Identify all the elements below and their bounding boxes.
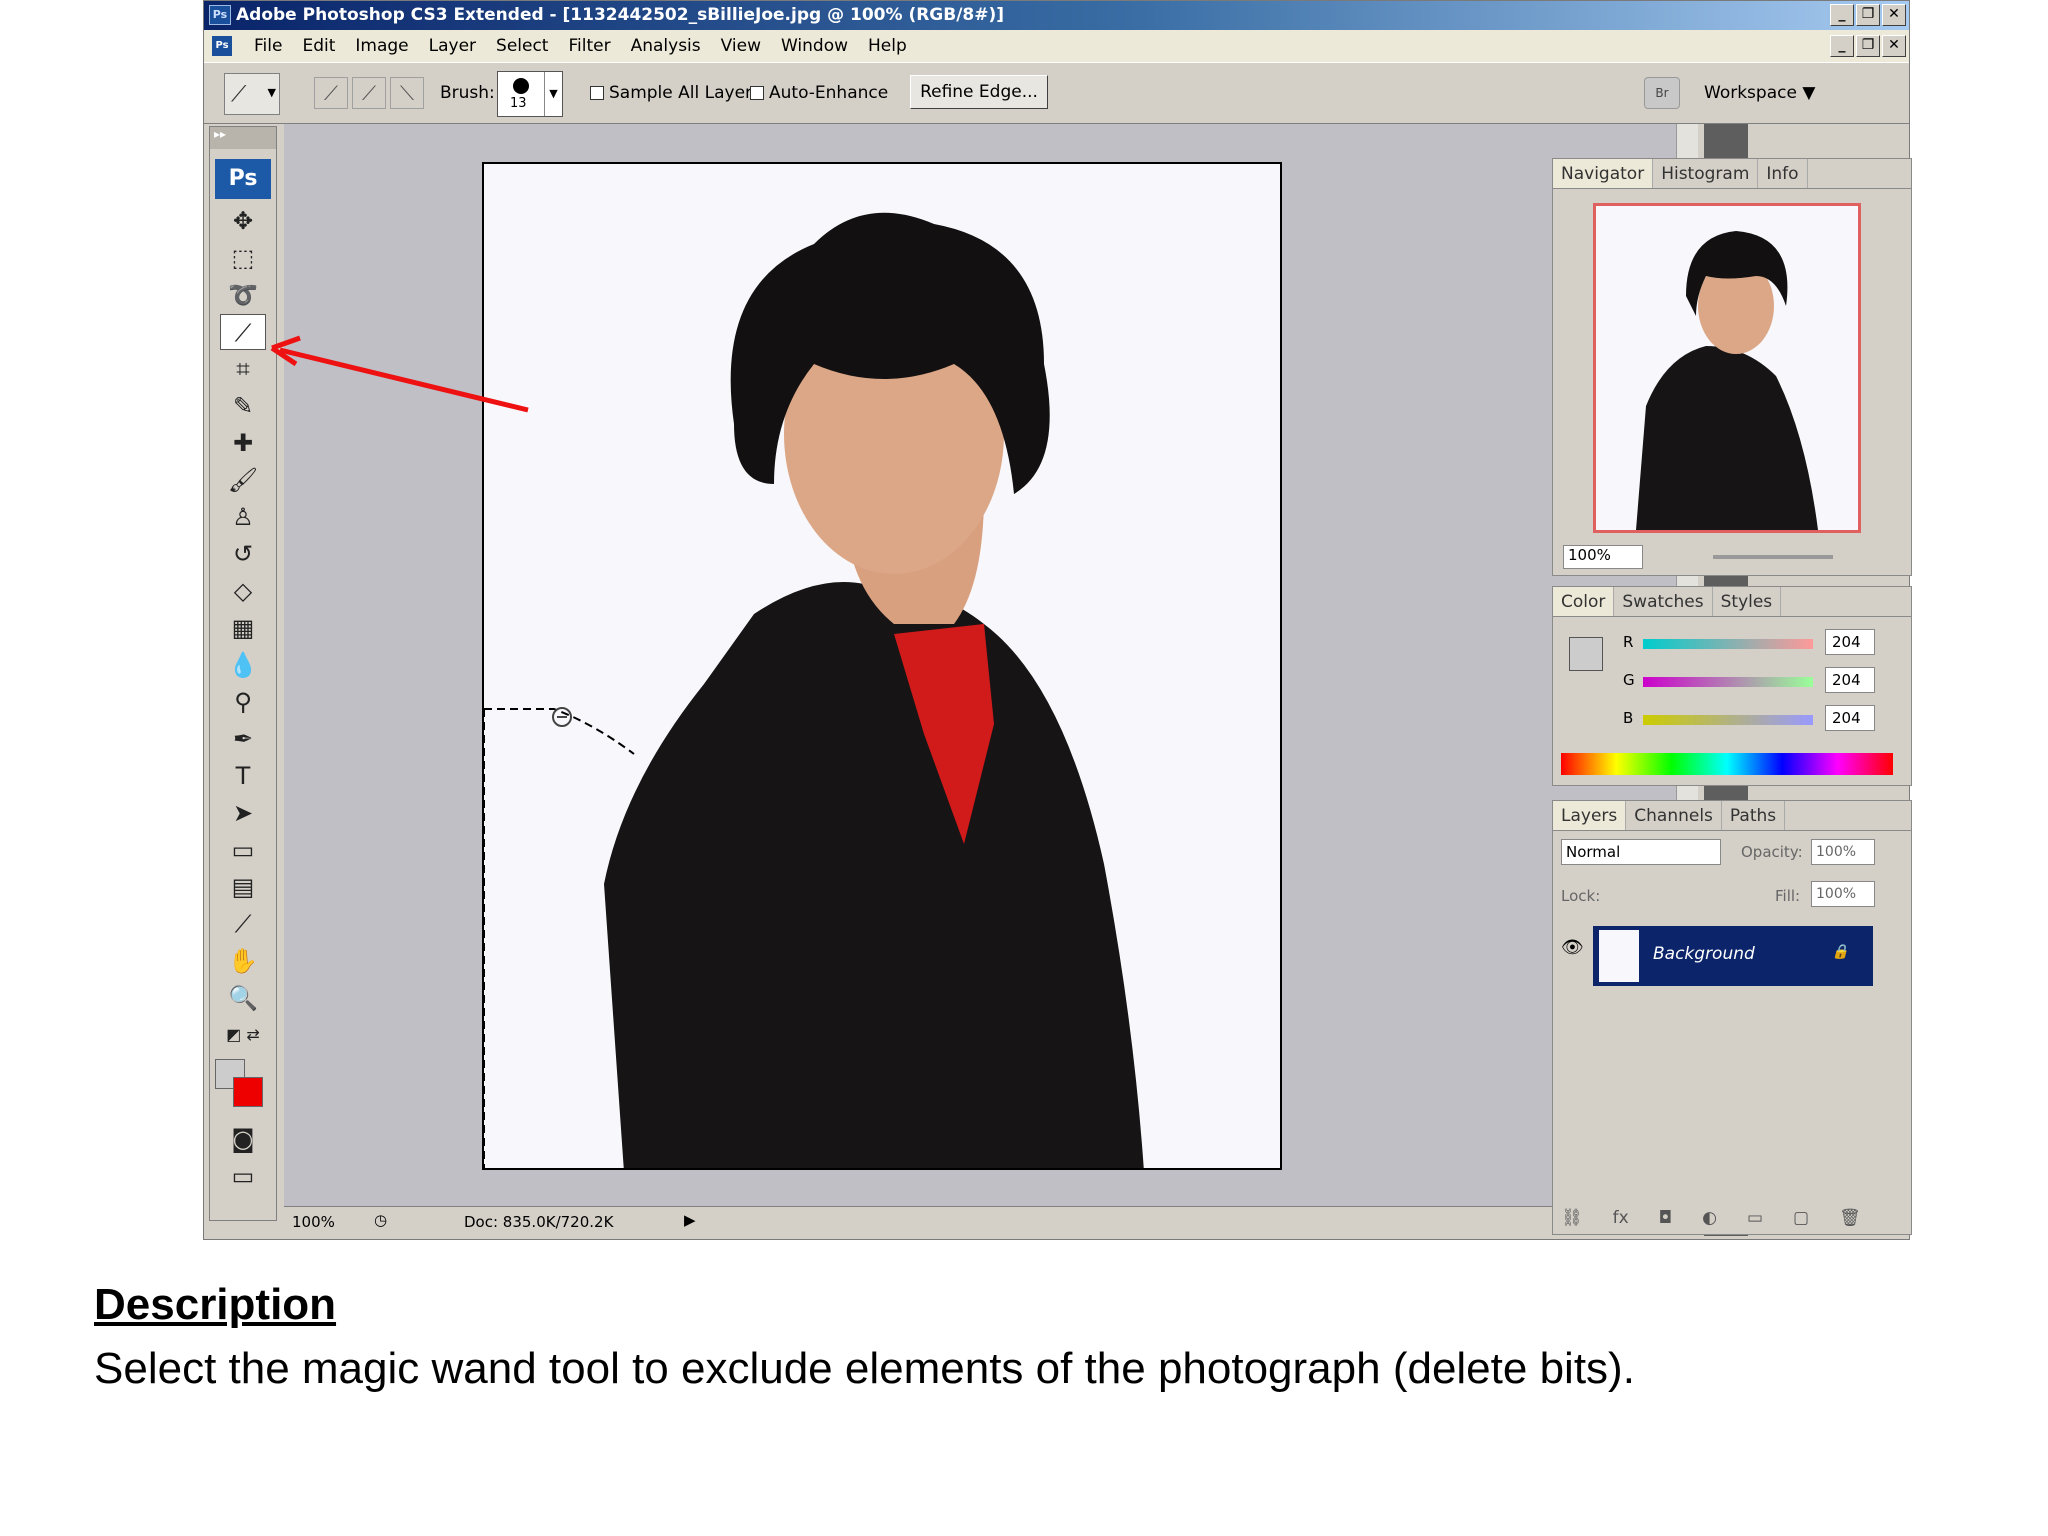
- annotation-arrow-line: [279, 347, 529, 413]
- caption-body: Select the magic wand tool to exclude el…: [94, 1344, 1635, 1393]
- caption: Description Select the magic wand tool t…: [94, 1280, 1635, 1394]
- caption-title: Description: [94, 1280, 337, 1329]
